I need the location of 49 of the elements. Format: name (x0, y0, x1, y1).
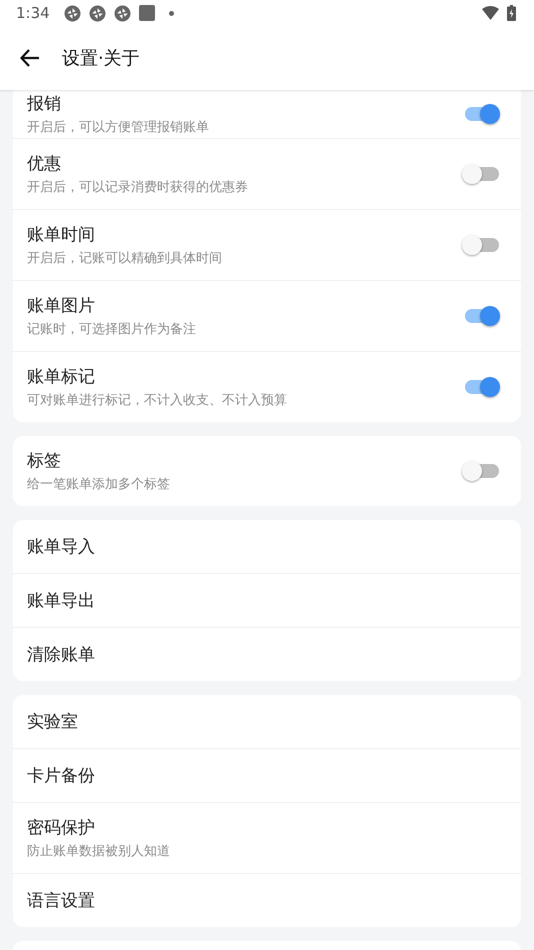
setting-description: 开启后，可以方便管理报销账单 (27, 119, 210, 136)
toggle-switch[interactable] (465, 167, 499, 181)
status-time: 1:34 (16, 4, 50, 22)
app-notification-icon (114, 4, 131, 22)
setting-title: 卡片备份 (27, 765, 96, 787)
setting-description: 给一笔账单添加多个标签 (27, 476, 171, 493)
setting-title: 账单图片 (27, 295, 96, 317)
toggle-switch[interactable] (465, 464, 499, 478)
app-notification-icon (138, 5, 155, 21)
setting-description: 开启后，可以记录消费时获得的优惠券 (27, 179, 249, 196)
setting-description: 开启后，记账可以精确到具体时间 (27, 250, 223, 267)
setting-title: 账单标记 (27, 366, 96, 388)
setting-title: 报销 (27, 93, 62, 115)
page-title: 设置·关于 (62, 47, 140, 70)
dot-icon (168, 10, 174, 16)
setting-title: 语言设置 (27, 890, 96, 912)
app-notification-icon (64, 4, 81, 22)
setting-title: 优惠 (27, 153, 62, 175)
settings-row[interactable]: 实验室 (13, 695, 521, 748)
setting-title: 账单时间 (27, 224, 96, 246)
setting-description: 可对账单进行标记，不计入收支、不计入预算 (27, 392, 288, 409)
setting-title: 清除账单 (27, 644, 96, 666)
setting-title: 实验室 (27, 711, 79, 733)
settings-row[interactable]: 账单标记 可对账单进行标记，不计入收支、不计入预算 (13, 351, 521, 422)
settings-row[interactable]: 清除账单 (13, 627, 521, 681)
settings-row[interactable]: 报销 开启后，可以方便管理报销账单 (13, 90, 521, 138)
settings-row[interactable]: 标签 给一笔账单添加多个标签 (13, 436, 521, 506)
settings-row[interactable]: 账单导出 (13, 573, 521, 627)
settings-row[interactable]: 账单图片 记账时，可选择图片作为备注 (13, 280, 521, 351)
setting-description: 防止账单数据被别人知道 (27, 843, 171, 860)
setting-title: 密码保护 (27, 817, 96, 839)
settings-row[interactable]: 卡片备份 (13, 748, 521, 802)
toggle-switch[interactable] (465, 238, 499, 252)
wifi-icon (482, 6, 499, 20)
setting-description: 记账时，可选择图片作为备注 (27, 321, 197, 338)
settings-row[interactable]: 账单时间 开启后，记账可以精确到具体时间 (13, 209, 521, 280)
setting-title: 账单导入 (27, 536, 96, 558)
settings-row[interactable]: 账单导入 (13, 520, 521, 573)
toggle-switch[interactable] (465, 107, 499, 121)
app-notification-icon (88, 4, 106, 22)
settings-row[interactable]: 密码保护 防止账单数据被别人知道 (13, 802, 521, 873)
battery-icon (507, 5, 516, 21)
setting-title: 标签 (27, 450, 62, 472)
toggle-switch[interactable] (465, 380, 499, 394)
settings-row[interactable]: 优惠 开启后，可以记录消费时获得的优惠券 (13, 138, 521, 209)
setting-title: 账单导出 (27, 590, 96, 612)
toggle-switch[interactable] (465, 309, 499, 323)
settings-row[interactable]: 语言设置 (13, 873, 521, 927)
back-arrow-icon[interactable] (20, 49, 40, 67)
